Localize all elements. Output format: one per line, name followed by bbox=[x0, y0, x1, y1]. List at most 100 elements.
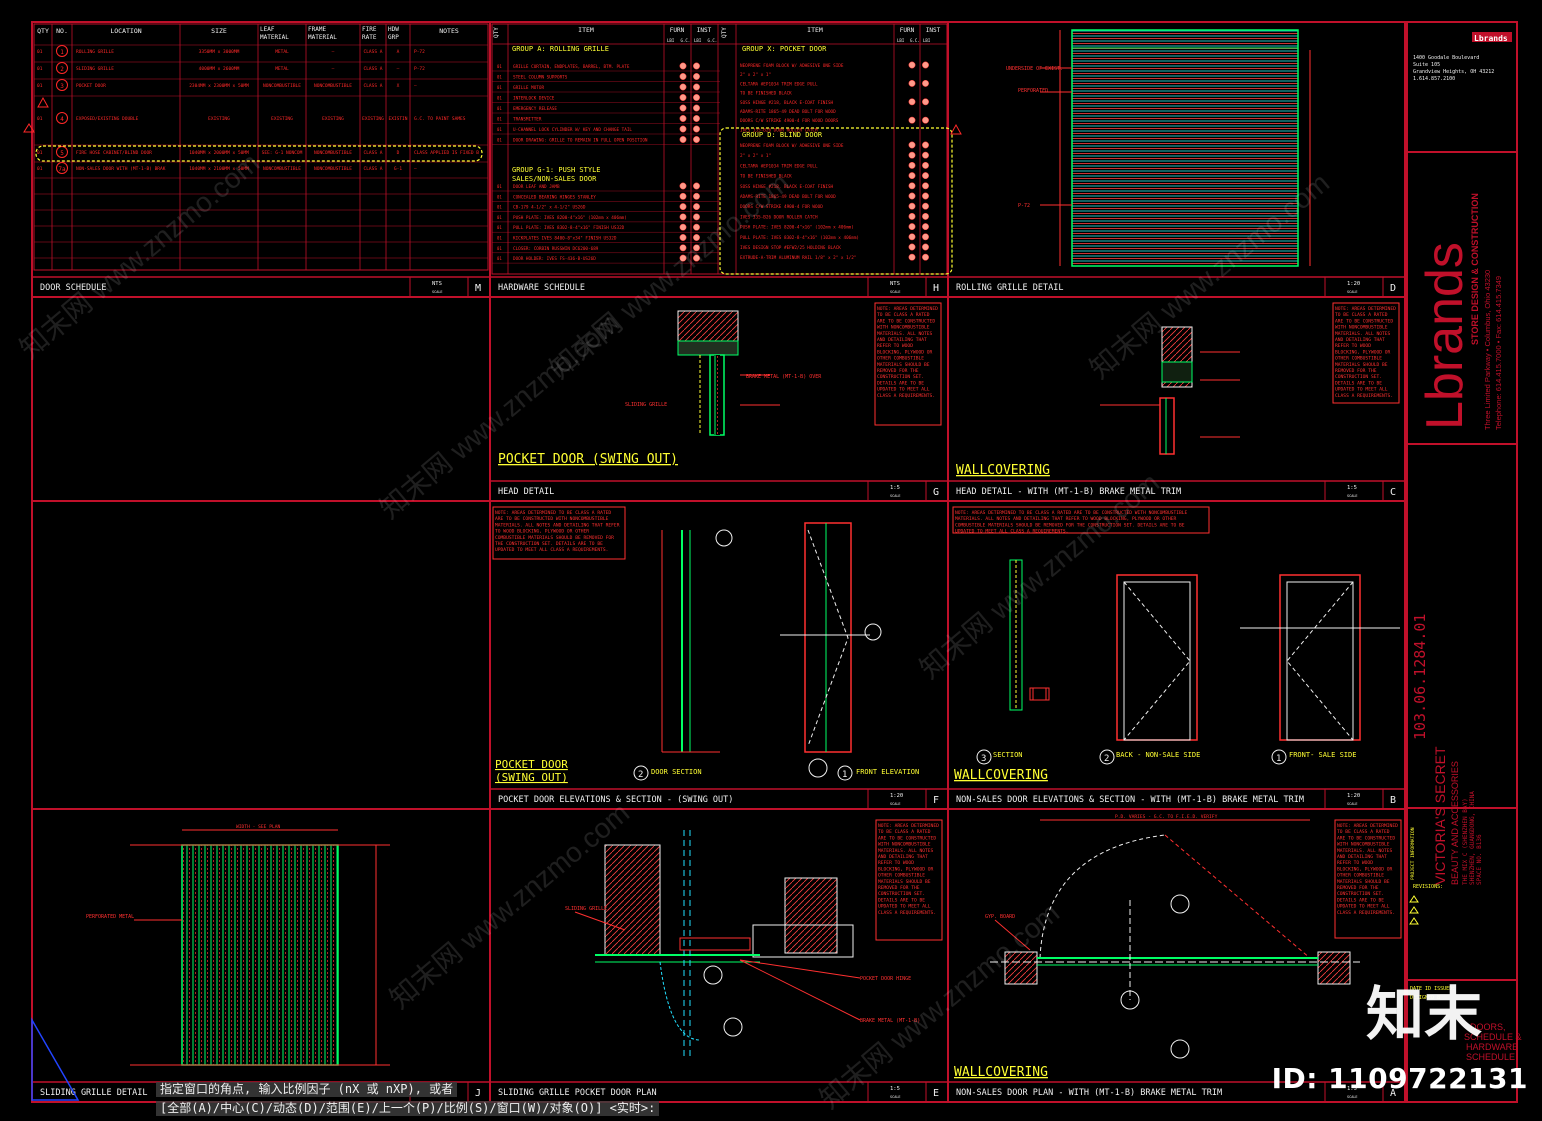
notesA-line-1: TO BE CLASS A RATED bbox=[1337, 829, 1390, 835]
door-row-1-col-8: P-72 bbox=[414, 66, 425, 72]
view-scale-sub-F: SCALE bbox=[890, 802, 901, 806]
hw-a-7-dot-0 bbox=[679, 136, 687, 143]
command-line-prompt[interactable]: 指定窗口的角点, 输入比例因子 (nX 或 nXP), 或者 bbox=[156, 1082, 458, 1097]
hw-a-7-dot-1 bbox=[693, 136, 700, 143]
svg-text:1: 1 bbox=[842, 770, 847, 780]
view-scale-M: NTS bbox=[432, 281, 442, 287]
hw-g-item-0: DOOR LEAF AND JAMB bbox=[513, 184, 560, 190]
hw-a-0-dot-0 bbox=[679, 62, 687, 70]
sliding-grille-pocket-door-plan-e: NOTE: AREAS DETERMINED TO BE CLASS A RATE… bbox=[565, 819, 943, 1060]
hw-group-g1-a: GROUP G-1: PUSH STYLE bbox=[512, 166, 601, 174]
hw-d-1-dot-0 bbox=[908, 151, 916, 159]
notesA-line-14: CLASS A REQUIREMENTS. bbox=[1337, 910, 1395, 916]
hw-d-item-2: CELTAMA #EP1034 TRIM EDGE PULL bbox=[740, 163, 818, 169]
notesF-line-0: NOTE: AREAS DETERMINED TO BE CLASS A RAT… bbox=[495, 510, 611, 516]
hw-header-furn: FURN bbox=[670, 27, 685, 34]
notesG-line-4: MATERIALS. ALL NOTES bbox=[877, 331, 933, 337]
hw-g-qty-2: 01 bbox=[497, 205, 502, 210]
door-row-3-no: 4 bbox=[60, 116, 64, 123]
door-row-5-col-6: CLASS A bbox=[364, 166, 383, 172]
door-header-4-b: MATERIAL bbox=[260, 34, 289, 41]
svg-text:PERFORATED: PERFORATED bbox=[1018, 88, 1048, 94]
notesC-line-1: TO BE CLASS A RATED bbox=[1335, 312, 1388, 318]
svg-text:3: 3 bbox=[981, 754, 986, 764]
door-row-4-no: 5 bbox=[60, 150, 64, 157]
view-scale-G: 1:5 bbox=[890, 485, 900, 491]
door-row-1-col-2: SLIDING GRILLE bbox=[76, 66, 114, 72]
brand-logo: Lbrands bbox=[1416, 242, 1474, 430]
command-line-options[interactable]: [全部(A)/中心(C)/动态(D)/范围(E)/上一个(P)/比例(S)/窗口… bbox=[156, 1101, 660, 1116]
notesC-line-7: BLOCKING, PLYWOOD OR bbox=[1335, 349, 1391, 355]
hw-x-item-1: 2" x 2" x 1" bbox=[740, 72, 771, 78]
door-row-1-no: 2 bbox=[60, 66, 64, 73]
door-row-0-col-8: P-72 bbox=[414, 49, 425, 55]
notesE-line-12: DETAILS ARE TO BE bbox=[878, 897, 925, 903]
hw-g-2-dot-1 bbox=[693, 203, 700, 211]
hw-d-11-dot-1 bbox=[922, 253, 929, 261]
door-row-5-col-5: NONCOMBUSTIBLE bbox=[314, 166, 352, 172]
hw-g-1-dot-0 bbox=[679, 192, 687, 200]
hw-x-item-2: CELTAMA #EP1034 TRIM EDGE PULL bbox=[740, 81, 818, 87]
door-row-5-col-8: — bbox=[414, 167, 417, 172]
notesF-line-5: THE CONSTRUCTION SET. DETAILS ARE TO BE bbox=[495, 541, 603, 547]
door-header-3: SIZE bbox=[211, 27, 227, 35]
hw-x-0-dot-0 bbox=[908, 61, 916, 69]
project-info-label: PROJECT INFORMATION bbox=[1410, 827, 1416, 880]
hw-x-item-6: DOORS C/W STRIKE 4900-4 FOR WOOD DOORS bbox=[740, 118, 839, 124]
view-scale-E: 1:5 bbox=[890, 1086, 900, 1092]
hw-sub-0: LBI bbox=[667, 38, 675, 43]
hw-d-0-dot-1 bbox=[922, 141, 929, 149]
notesE-line-2: ARE TO BE CONSTRUCTED bbox=[878, 835, 936, 841]
view-scale-sub-G: SCALE bbox=[890, 494, 901, 498]
notesF-line-3: TO WOOD BLOCKING, PLYWOOD OR OTHER bbox=[495, 529, 589, 535]
door-header-4-a: LEAF bbox=[260, 26, 275, 33]
view-scale-sub-A: SCALE bbox=[1347, 1095, 1358, 1099]
hw-a-0-dot-1 bbox=[693, 62, 700, 70]
hw-a-3-dot-1 bbox=[693, 94, 700, 101]
view-title-B: NON-SALES DOOR ELEVATIONS & SECTION - WI… bbox=[956, 795, 1304, 805]
hw-d-8-dot-0 bbox=[908, 223, 916, 231]
door-row-2-no: 3 bbox=[60, 83, 64, 90]
hw-g-qty-1: 01 bbox=[497, 194, 502, 199]
door-row-0-col-4: METAL bbox=[275, 49, 289, 55]
notesC-line-9: MATERIALS SHOULD BE bbox=[1335, 362, 1388, 368]
door-row-1-col-0: 01 bbox=[37, 66, 43, 72]
door-header-6-a: FIRE bbox=[362, 26, 377, 33]
notesA-line-12: DETAILS ARE TO BE bbox=[1337, 897, 1384, 903]
notesG-line-13: UPDATED TO MEET ALL bbox=[877, 387, 930, 393]
hw-a-3-dot-0 bbox=[679, 94, 687, 101]
hw-a-4-dot-1 bbox=[693, 104, 700, 112]
notesG-line-3: WITH NONCOMBUSTIBLE bbox=[877, 325, 930, 331]
notesE-line-4: MATERIALS. ALL NOTES bbox=[878, 848, 934, 854]
hw-g-item-4: PULL PLATE: IVES 8302-8-4"x16" FINISH US… bbox=[513, 225, 625, 231]
view-title-J: SLIDING GRILLE DETAIL bbox=[40, 1088, 147, 1098]
view-scale-sub-E: SCALE bbox=[890, 1095, 901, 1099]
notesG-line-1: TO BE CLASS A RATED bbox=[877, 312, 930, 318]
notesC-line-8: OTHER COMBUSTIBLE bbox=[1335, 356, 1382, 362]
door-header-2: LOCATION bbox=[110, 27, 141, 35]
notesB-line-1: MATERIALS. ALL NOTES AND DETAILING THAT … bbox=[955, 516, 1176, 522]
notesG-line-14: CLASS A REQUIREMENTS. bbox=[877, 393, 935, 399]
sliding-grille-detail-j: PERFORATED METAL WIDTH - SEE PLAN bbox=[31, 824, 390, 1101]
view-title-D: ROLLING GRILLE DETAIL bbox=[956, 283, 1063, 293]
notesA-line-0: NOTE: AREAS DETERMINED bbox=[1337, 823, 1398, 829]
hw-a-5-dot-0 bbox=[679, 115, 687, 122]
door-row-5-col-2: NON-SALES DOOR WITH (MT-1-B) BRAK bbox=[76, 166, 166, 172]
hw-g-5-dot-0 bbox=[679, 234, 687, 241]
hw-x-item-0: NEOPRENE FOAM BLOCK W/ ADHESIVE ONE SIDE bbox=[740, 63, 844, 69]
hw-sub-3: G.C. bbox=[708, 38, 718, 43]
hw-g-item-3: PUSH PLATE: IVES 8200-4"x16" (102mm x 40… bbox=[513, 215, 627, 221]
hw-d-9-dot-1 bbox=[922, 233, 929, 241]
notesB-line-0: NOTE: AREAS DETERMINED TO BE CLASS A RAT… bbox=[955, 510, 1188, 516]
hw-a-5-dot-1 bbox=[693, 115, 700, 122]
notesC-line-5: AND DETAILING THAT bbox=[1335, 337, 1385, 343]
gyp-board-label: GYP. BOARD bbox=[985, 914, 1015, 920]
door-header-6-b: RATE bbox=[362, 34, 377, 41]
store-line-2: BEAUTY AND ACCESSORIES bbox=[1450, 761, 1460, 885]
door-section-label: DOOR SECTION bbox=[651, 768, 702, 776]
door-row-4-col-8: CLASS APPLIED IS FIXED B bbox=[414, 150, 479, 156]
hw-a-item-4: EMERGENCY RELEASE bbox=[513, 106, 557, 112]
hw-g-qty-3: 01 bbox=[497, 215, 502, 220]
wallcovering-label-a: WALLCOVERING bbox=[954, 1065, 1048, 1080]
cad-drawing-canvas[interactable]: DOOR SCHEDULE NTSSCALE M HARDWARE SCHEDULE N… bbox=[0, 0, 1542, 1121]
